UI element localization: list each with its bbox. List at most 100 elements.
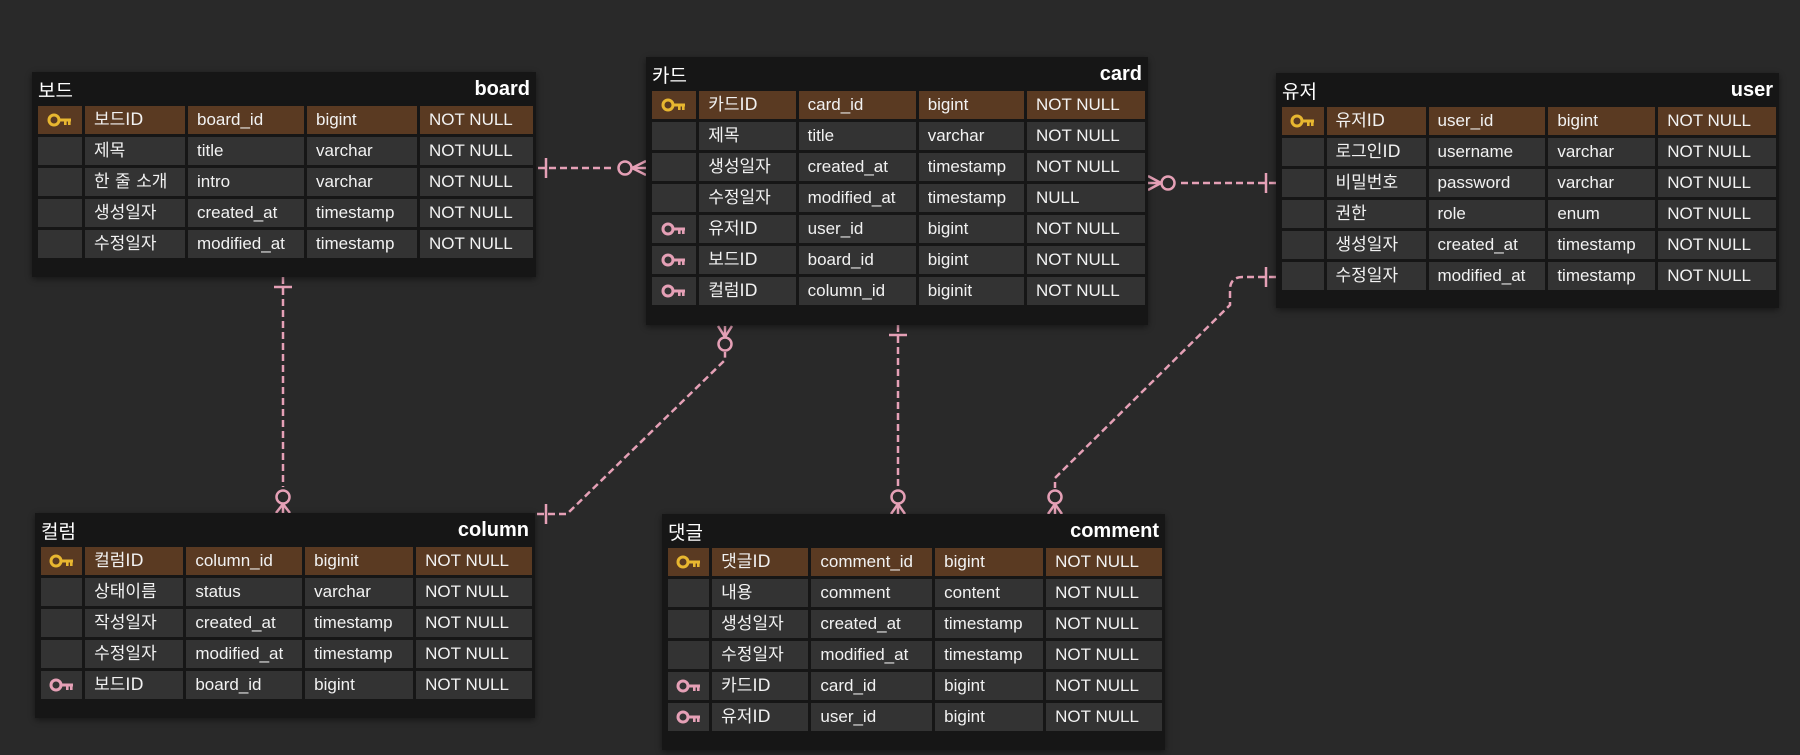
table-row[interactable]: 수정일자 modified_at timestamp NOT NULL <box>1282 262 1776 290</box>
key-cell <box>38 137 82 165</box>
foreign-key-icon <box>661 252 687 268</box>
field-type: bigint <box>935 703 1044 731</box>
table-card[interactable]: 카드 card 카드ID card_id bigint NOT NULL 제목 title… <box>646 57 1148 325</box>
field-constraint: NOT NULL <box>416 640 532 668</box>
table-comment[interactable]: 댓글 comment 댓글ID comment_id bigint NOT NULL 내… <box>662 514 1165 750</box>
table-header[interactable]: 보드 board <box>32 72 536 106</box>
table-row[interactable]: 카드ID card_id bigint NOT NULL <box>668 672 1162 700</box>
foreign-key-icon <box>661 283 687 299</box>
field-korean-name: 수정일자 <box>1326 262 1426 290</box>
table-row[interactable]: 생성일자 created_at timestamp NOT NULL <box>652 153 1145 181</box>
field-type: bigint <box>918 91 1024 119</box>
primary-key-icon <box>676 554 702 570</box>
table-row[interactable]: 컬럼ID column_id biginit NOT NULL <box>41 547 532 575</box>
table-row[interactable]: 제목 title varchar NOT NULL <box>38 137 533 165</box>
field-korean-name: 생성일자 <box>1326 231 1426 259</box>
table-row[interactable]: 수정일자 modified_at timestamp NOT NULL <box>668 641 1162 669</box>
table-title-korean: 카드 <box>652 64 687 87</box>
field-type: enum <box>1548 200 1656 228</box>
key-cell <box>41 671 83 699</box>
field-type: timestamp <box>935 610 1044 638</box>
table-row[interactable]: 내용 comment content NOT NULL <box>668 579 1162 607</box>
field-constraint: NOT NULL <box>1026 122 1145 150</box>
field-name: user_id <box>1428 107 1546 135</box>
table-header[interactable]: 댓글 comment <box>662 514 1165 548</box>
field-constraint: NOT NULL <box>1658 169 1776 197</box>
field-name: card_id <box>798 91 916 119</box>
field-name: title <box>188 137 304 165</box>
table-row[interactable]: 수정일자 modified_at timestamp NULL <box>652 184 1145 212</box>
field-constraint: NOT NULL <box>420 199 533 227</box>
field-constraint: NOT NULL <box>416 578 532 606</box>
key-cell <box>668 703 710 731</box>
table-row[interactable]: 생성일자 created_at timestamp NOT NULL <box>1282 231 1776 259</box>
table-user[interactable]: 유저 user 유저ID user_id bigint NOT NULL 로그인ID us… <box>1276 73 1779 308</box>
primary-key-icon <box>1290 113 1316 129</box>
table-row[interactable]: 보드ID board_id bigint NOT NULL <box>41 671 532 699</box>
field-korean-name: 권한 <box>1326 200 1426 228</box>
field-type: bigint <box>305 671 414 699</box>
table-title-korean: 유저 <box>1282 80 1317 103</box>
relation-column-card <box>537 325 734 524</box>
table-row[interactable]: 보드ID board_id bigint NOT NULL <box>652 246 1145 274</box>
table-header[interactable]: 컬럼 column <box>35 513 535 547</box>
table-row[interactable]: 작성일자 created_at timestamp NOT NULL <box>41 609 532 637</box>
key-cell <box>1282 262 1324 290</box>
field-type: timestamp <box>307 199 417 227</box>
field-korean-name: 유저ID <box>699 215 796 243</box>
field-type: timestamp <box>935 641 1044 669</box>
field-korean-name: 카드ID <box>699 91 796 119</box>
field-type: bigint <box>1548 107 1656 135</box>
key-cell <box>38 199 82 227</box>
field-constraint: NOT NULL <box>1026 215 1145 243</box>
field-constraint: NOT NULL <box>420 168 533 196</box>
field-constraint: NOT NULL <box>416 671 532 699</box>
table-row[interactable]: 유저ID user_id bigint NOT NULL <box>1282 107 1776 135</box>
primary-key-icon <box>661 97 687 113</box>
field-korean-name: 생성일자 <box>699 153 796 181</box>
field-name: created_at <box>186 609 303 637</box>
table-board[interactable]: 보드 board 보드ID board_id bigint NOT NULL 제목 tit… <box>32 72 536 277</box>
key-cell <box>41 609 83 637</box>
field-korean-name: 작성일자 <box>85 609 184 637</box>
table-column[interactable]: 컬럼 column 컬럼ID column_id biginit NOT NULL 상태… <box>35 513 535 718</box>
table-title: board <box>474 77 530 100</box>
table-row[interactable]: 컬럼ID column_id biginit NOT NULL <box>652 277 1145 305</box>
table-row[interactable]: 수정일자 modified_at timestamp NOT NULL <box>38 230 533 258</box>
table-row[interactable]: 유저ID user_id bigint NOT NULL <box>668 703 1162 731</box>
field-korean-name: 생성일자 <box>712 610 809 638</box>
table-row[interactable]: 댓글ID comment_id bigint NOT NULL <box>668 548 1162 576</box>
table-row[interactable]: 한 줄 소개 intro varchar NOT NULL <box>38 168 533 196</box>
primary-key-icon <box>49 553 75 569</box>
table-header[interactable]: 유저 user <box>1276 73 1779 107</box>
table-header[interactable]: 카드 card <box>646 57 1148 91</box>
field-constraint: NOT NULL <box>1046 610 1162 638</box>
table-row[interactable]: 수정일자 modified_at timestamp NOT NULL <box>41 640 532 668</box>
table-row[interactable]: 제목 title varchar NOT NULL <box>652 122 1145 150</box>
table-row[interactable]: 비밀번호 password varchar NOT NULL <box>1282 169 1776 197</box>
table-row[interactable]: 카드ID card_id bigint NOT NULL <box>652 91 1145 119</box>
table-row[interactable]: 보드ID board_id bigint NOT NULL <box>38 106 533 134</box>
field-type: bigint <box>935 548 1044 576</box>
field-constraint: NOT NULL <box>1026 246 1145 274</box>
field-name: modified_at <box>188 230 304 258</box>
field-name: user_id <box>811 703 933 731</box>
table-row[interactable]: 권한 role enum NOT NULL <box>1282 200 1776 228</box>
field-type: varchar <box>307 137 417 165</box>
table-row[interactable]: 유저ID user_id bigint NOT NULL <box>652 215 1145 243</box>
table-title-korean: 댓글 <box>668 521 703 544</box>
field-name: modified_at <box>798 184 916 212</box>
field-type: varchar <box>307 168 417 196</box>
field-type: varchar <box>305 578 414 606</box>
field-korean-name: 한 줄 소개 <box>85 168 185 196</box>
field-korean-name: 내용 <box>712 579 809 607</box>
field-korean-name: 유저ID <box>712 703 809 731</box>
table-row[interactable]: 로그인ID username varchar NOT NULL <box>1282 138 1776 166</box>
table-row[interactable]: 상태이름 status varchar NOT NULL <box>41 578 532 606</box>
key-cell <box>38 106 82 134</box>
table-title-korean: 컬럼 <box>41 520 76 543</box>
field-korean-name: 비밀번호 <box>1326 169 1426 197</box>
table-row[interactable]: 생성일자 created_at timestamp NOT NULL <box>668 610 1162 638</box>
table-row[interactable]: 생성일자 created_at timestamp NOT NULL <box>38 199 533 227</box>
field-type: timestamp <box>1548 231 1656 259</box>
